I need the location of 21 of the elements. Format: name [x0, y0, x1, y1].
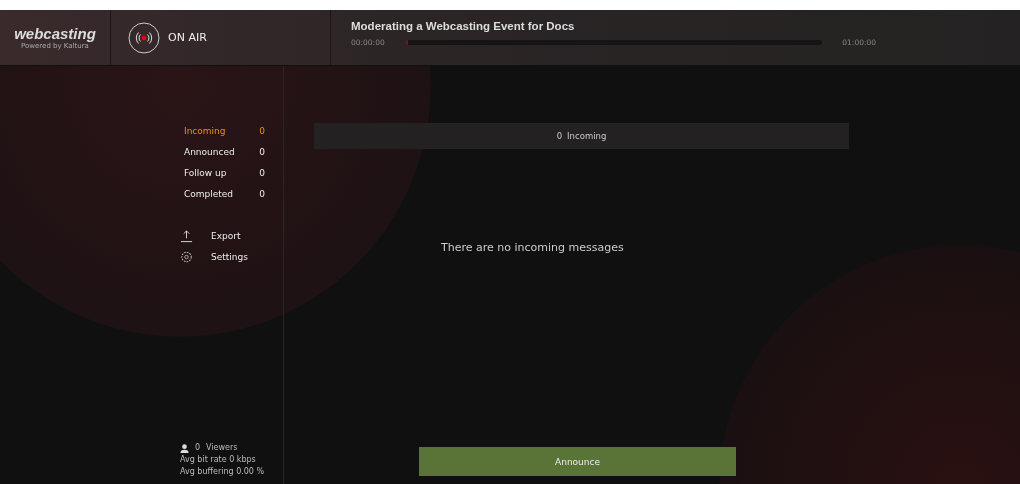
viewers-count: 0 [195, 442, 201, 454]
on-air-status: ON AIR [168, 31, 207, 44]
event-title: Moderating a Webcasting Event for Docs [351, 20, 576, 32]
filter-item[interactable]: Incoming 0 [160, 123, 283, 139]
filter-item[interactable]: Announced 0 [160, 144, 283, 160]
incoming-count: 0 [556, 131, 563, 141]
empty-message: There are no incoming messages [441, 241, 625, 254]
sidebar-action[interactable]: Settings [160, 249, 283, 265]
announce-button[interactable]: Announce [419, 447, 736, 476]
filter-item[interactable]: Completed 0 [160, 186, 283, 202]
webcasting-logo: webcasting [14, 25, 96, 42]
broadcast-icon [128, 21, 160, 54]
viewers-label: Viewers [206, 442, 238, 454]
settings-icon [180, 251, 193, 263]
buffering-stat: Avg buffering 0.00 % [180, 466, 266, 478]
sidebar-action[interactable]: Export [160, 228, 283, 244]
upload-icon [180, 229, 193, 243]
person-icon [180, 443, 189, 453]
list-header-label: Incoming [567, 131, 607, 141]
filter-item[interactable]: Follow up 0 [160, 165, 283, 181]
bitrate-stat: Avg bit rate 0 kbps [180, 454, 257, 466]
